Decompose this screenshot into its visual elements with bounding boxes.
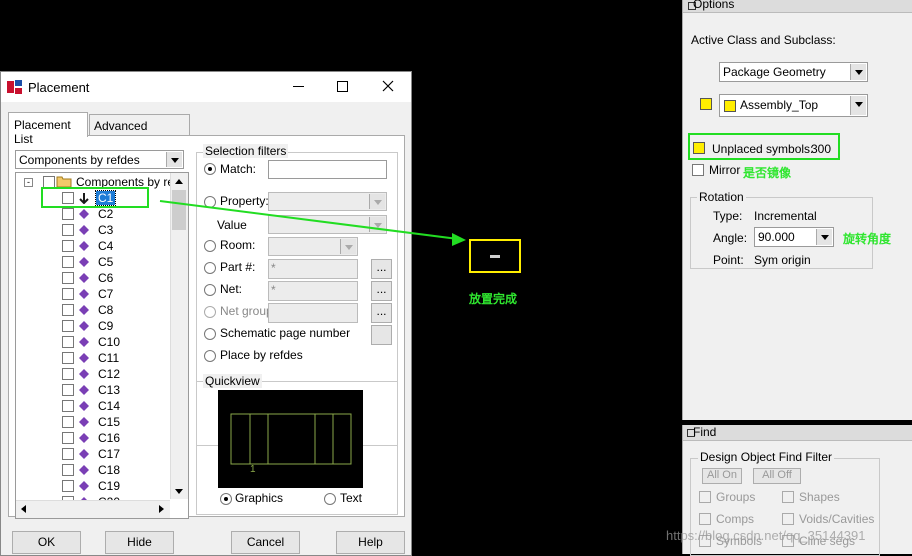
rotation-title: Rotation [697,190,746,204]
voids-label: Voids/Cavities [799,512,875,526]
find-header: Find [683,425,912,441]
class-value: Package Geometry [723,65,826,79]
all-on-button[interactable]: All On [702,468,742,484]
comps-checkbox[interactable] [699,513,711,525]
find-filter-title: Design Object Find Filter [698,450,835,464]
chevron-down-icon [850,96,866,115]
subclass-value: Assembly_Top [740,98,819,112]
subclass-dropdown[interactable]: Assembly_Top [719,94,868,117]
all-off-button[interactable]: All Off [753,468,801,484]
shapes-label: Shapes [799,490,840,504]
placed-symbol-box [469,239,521,273]
options-title: Options [693,0,735,11]
unplaced-count: 300 [811,142,832,156]
groups-label: Groups [716,490,756,504]
voids-checkbox[interactable] [782,513,794,525]
chevron-down-icon [850,64,866,80]
active-class-label: Active Class and Subclass: [691,33,836,47]
unplaced-label: Unplaced symbols: [712,142,814,156]
shapes-checkbox[interactable] [782,491,794,503]
angle-dropdown[interactable]: 90.000 [754,227,834,247]
options-panel: Options Active Class and Subclass: Packa… [682,0,912,420]
tab-label: Placement List [14,118,71,146]
unplaced-color-swatch [693,142,705,154]
all-off-label: All Off [762,469,792,481]
angle-label: Angle: [713,231,748,245]
placed-symbol [490,255,500,258]
rotation-type-value: Incremental [754,209,817,223]
angle-value: 90.000 [758,230,795,244]
subclass-color-icon [724,100,736,112]
rotation-type-label: Type: [713,209,743,223]
chevron-down-icon [816,229,832,245]
mirror-label: Mirror [709,163,741,177]
mirror-checkbox[interactable] [692,164,704,176]
all-on-label: All On [707,469,737,481]
tab-placement-list[interactable]: Placement List [8,112,88,146]
mirror-note: 是否镜像 [743,166,792,180]
rotation-note: 旋转角度 [843,232,892,246]
find-title: Find [693,425,717,439]
class-dropdown[interactable]: Package Geometry [719,62,868,82]
groups-checkbox[interactable] [699,491,711,503]
point-value: Sym origin [754,253,811,267]
comps-label: Comps [716,512,755,526]
subclass-color-swatch [700,98,712,110]
point-label: Point: [713,253,744,267]
placed-note: 放置完成 [469,292,518,306]
options-header: Options [683,0,912,13]
watermark: https://blog.csdn.net/qq_35144391 [666,528,866,543]
